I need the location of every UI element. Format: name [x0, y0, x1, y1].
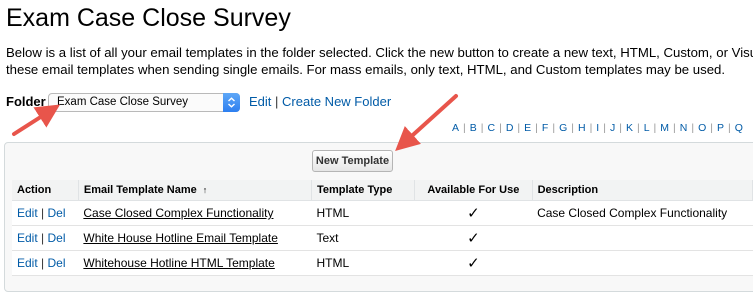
description-line-1: Below is a list of all your email templa… [6, 45, 753, 60]
alphabet-separator: | [691, 122, 695, 134]
alphabet-separator: | [463, 122, 466, 134]
alphabet-separator: | [499, 122, 502, 134]
available-cell: ✓ [414, 250, 533, 276]
checkmark-icon: ✓ [467, 205, 480, 222]
edit-folder-link[interactable]: Edit [249, 94, 271, 109]
alphabet-separator: | [636, 122, 640, 134]
header-available[interactable]: Available For Use [414, 180, 533, 201]
alphabet-letter-l[interactable]: L [644, 122, 650, 134]
delete-link[interactable]: Del [48, 206, 66, 220]
alphabet-letter-p[interactable]: P [717, 122, 724, 134]
alphabet-letter-k[interactable]: K [626, 122, 633, 134]
row-actions: Edit | Del [12, 250, 79, 276]
folder-links: Edit | Create New Folder [249, 94, 391, 109]
template-name-cell: Whitehouse Hotline HTML Template [78, 250, 312, 276]
edit-link[interactable]: Edit [17, 256, 38, 270]
header-name-label: Email Template Name [83, 184, 197, 196]
alphabet-separator: | [535, 122, 538, 134]
template-name-link[interactable]: Case Closed Complex Functionality [83, 206, 273, 220]
alphabet-letter-h[interactable]: H [578, 122, 586, 134]
folder-select[interactable]: Exam Case Close Survey [48, 93, 240, 112]
alphabet-separator: | [571, 122, 574, 134]
delete-link[interactable]: Del [48, 231, 66, 245]
alphabet-separator: | [728, 122, 731, 134]
table-row: Edit | Del Case Closed Complex Functiona… [12, 200, 753, 226]
updown-chevron-icon[interactable] [223, 93, 240, 112]
alphabet-separator: | [603, 122, 606, 134]
action-separator: | [41, 256, 45, 270]
alphabet-separator: | [653, 122, 657, 134]
header-name[interactable]: Email Template Name ↑ [78, 180, 312, 201]
new-template-button[interactable]: New Template [312, 150, 393, 172]
alphabet-separator: | [589, 122, 593, 134]
alphabet-letter-a[interactable]: A [452, 122, 459, 134]
checkmark-icon: ✓ [467, 230, 480, 247]
table-header-row: Action Email Template Name ↑ Template Typ… [12, 180, 753, 201]
template-name-cell: White House Hotline Email Template [78, 225, 312, 251]
header-type[interactable]: Template Type [311, 180, 416, 201]
alphabet-separator: | [517, 122, 521, 134]
template-type-cell: HTML [311, 250, 415, 276]
row-actions: Edit | Del [12, 200, 79, 226]
alphabet-letter-q[interactable]: Q [735, 122, 743, 134]
description-cell [532, 250, 753, 276]
alphabet-separator: | [480, 122, 484, 134]
sort-ascending-icon[interactable]: ↑ [203, 185, 208, 195]
description-line-2: these email templates when sending singl… [6, 62, 726, 77]
template-name-link[interactable]: Whitehouse Hotline HTML Template [83, 256, 274, 270]
folder-link-separator: | [275, 94, 279, 109]
alphabet-separator: | [619, 122, 622, 134]
table-row: Edit | Del Whitehouse Hotline HTML Templ… [12, 250, 753, 276]
header-description[interactable]: Description [532, 180, 753, 201]
row-actions: Edit | Del [12, 225, 79, 251]
description-cell [532, 225, 753, 251]
alphabet-separator: | [710, 122, 713, 134]
templates-table: Action Email Template Name ↑ Template Typ… [12, 180, 753, 276]
action-separator: | [41, 206, 45, 220]
page-title: Exam Case Close Survey [6, 4, 291, 32]
edit-link[interactable]: Edit [17, 231, 38, 245]
alphabet-letter-c[interactable]: C [488, 122, 496, 134]
alphabet-letter-m[interactable]: M [660, 122, 669, 134]
page-description: Below is a list of all your email templa… [6, 44, 753, 78]
alphabet-letter-g[interactable]: G [559, 122, 567, 134]
alphabet-filter: A | B | C | D | E | F | G | H | I | J | K | L | M | N | O | P | Q [452, 122, 743, 134]
checkmark-icon: ✓ [467, 255, 480, 272]
template-type-cell: Text [311, 225, 415, 251]
delete-link[interactable]: Del [48, 256, 66, 270]
template-name-cell: Case Closed Complex Functionality [78, 200, 312, 226]
available-cell: ✓ [414, 225, 533, 251]
action-separator: | [41, 231, 45, 245]
annotation-arrow-folder [12, 104, 61, 136]
annotation-arrow-new-template [395, 94, 458, 152]
folder-select-value: Exam Case Close Survey [57, 96, 189, 108]
table-row: Edit | Del White House Hotline Email Tem… [12, 225, 753, 251]
alphabet-separator: | [673, 122, 676, 134]
template-name-link[interactable]: White House Hotline Email Template [83, 231, 278, 245]
create-new-folder-link[interactable]: Create New Folder [282, 94, 391, 109]
folder-label: Folder [6, 94, 46, 109]
available-cell: ✓ [414, 200, 533, 226]
template-type-cell: HTML [311, 200, 415, 226]
alphabet-separator: | [552, 122, 556, 134]
description-cell: Case Closed Complex Functionality [532, 200, 753, 226]
alphabet-letter-b[interactable]: B [470, 122, 477, 134]
edit-link[interactable]: Edit [17, 206, 38, 220]
header-action: Action [12, 180, 79, 201]
